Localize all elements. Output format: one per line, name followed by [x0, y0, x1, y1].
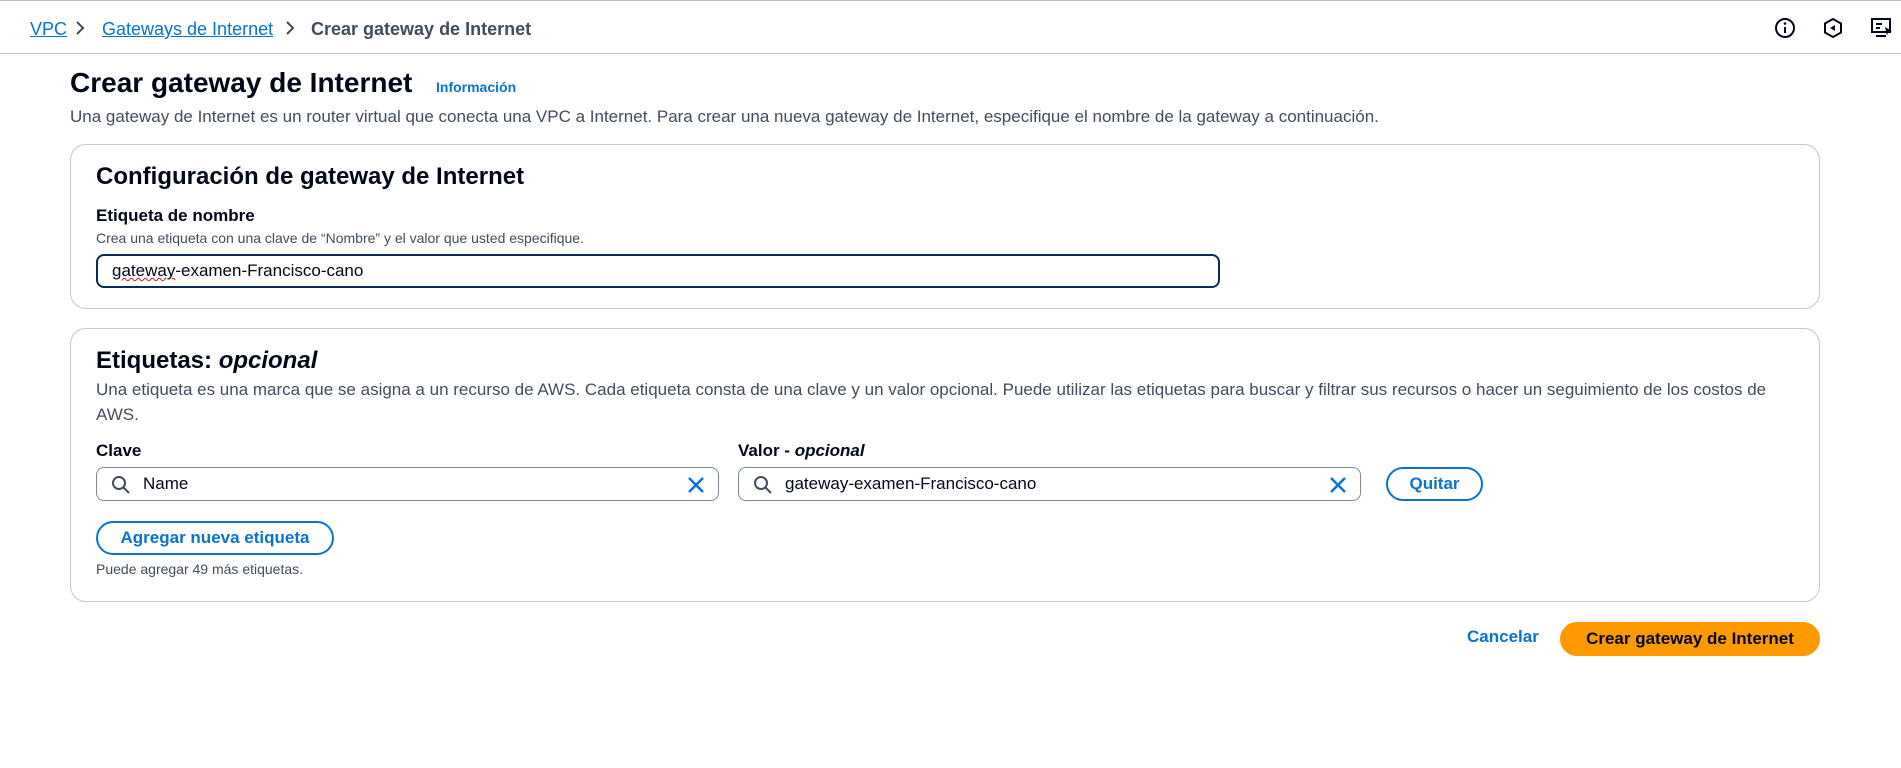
tags-heading-text: Etiquetas: [96, 347, 213, 374]
tags-remaining-hint: Puede agregar 49 más etiquetas. [96, 561, 304, 577]
tag-key-value: Name [143, 474, 189, 493]
tag-key-input[interactable]: Name [96, 467, 719, 501]
search-icon [754, 476, 772, 494]
name-tag-label: Etiqueta de nombre [96, 206, 255, 225]
add-tag-button[interactable]: Agregar nueva etiqueta [96, 521, 334, 555]
tag-key-label: Clave [96, 441, 142, 460]
remove-tag-button[interactable]: Quitar [1386, 467, 1483, 501]
name-tag-description: Crea una etiqueta con una clave de “Nomb… [96, 230, 584, 246]
breadcrumb: VPC Gateways de Internet Crear gateway d… [0, 1, 1901, 54]
tag-value-label-text: Valor - [738, 441, 790, 460]
breadcrumb-internet-gateways[interactable]: Gateways de Internet [102, 18, 273, 40]
info-link[interactable]: Información [436, 79, 516, 95]
tag-value-label-optional: opcional [794, 441, 865, 460]
tag-value-input[interactable]: gateway-examen-Francisco-cano [738, 467, 1361, 501]
clear-icon[interactable] [686, 475, 706, 495]
cancel-button[interactable]: Cancelar [1467, 627, 1539, 647]
feedback-icon[interactable] [1822, 17, 1844, 39]
tag-value-label: Valor - opcional [738, 441, 865, 461]
config-heading: Configuración de gateway de Internet [96, 163, 525, 190]
page-title: Crear gateway de Internet [70, 67, 413, 98]
breadcrumb-vpc[interactable]: VPC [30, 18, 67, 40]
clear-icon[interactable] [1328, 475, 1348, 495]
tag-value-value: gateway-examen-Francisco-cano [785, 474, 1037, 493]
search-icon [112, 476, 130, 494]
gateway-config-container: Configuración de gateway de Internet Eti… [70, 144, 1820, 309]
chevron-right-icon [286, 21, 295, 35]
tags-heading: Etiquetas: opcional [96, 346, 317, 376]
page-description: Una gateway de Internet es un router vir… [70, 107, 1379, 126]
chevron-right-icon [76, 21, 85, 35]
name-tag-value-misspelled: gateway [112, 261, 176, 280]
create-gateway-button[interactable]: Crear gateway de Internet [1560, 622, 1820, 656]
tags-heading-optional: opcional [218, 347, 318, 374]
breadcrumb-current: Crear gateway de Internet [311, 19, 532, 39]
name-tag-value-rest: -examen-Francisco-cano [175, 261, 364, 280]
name-tag-input[interactable]: gateway-examen-Francisco-cano [96, 254, 1220, 288]
screen-icon[interactable] [1870, 17, 1894, 39]
tags-description: Una etiqueta es una marca que se asigna … [96, 380, 1767, 424]
tags-container: Etiquetas: opcional Una etiqueta es una … [70, 328, 1820, 602]
info-icon[interactable] [1774, 17, 1796, 39]
